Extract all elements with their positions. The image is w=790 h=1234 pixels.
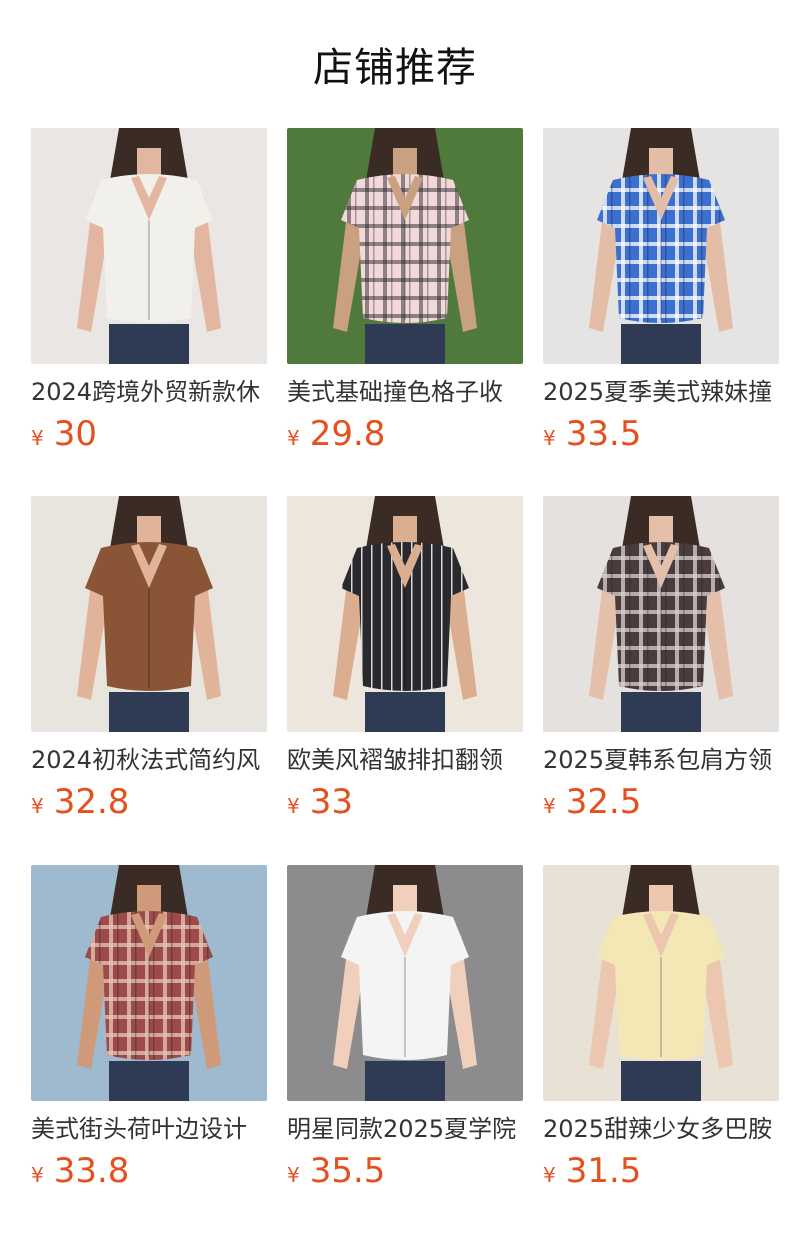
product-price: ¥32.5: [543, 782, 779, 822]
currency-symbol: ¥: [31, 794, 44, 818]
product-card[interactable]: 2024跨境外贸新款休 ¥30: [31, 128, 267, 454]
product-title[interactable]: 明星同款2025夏学院: [287, 1113, 523, 1145]
currency-symbol: ¥: [543, 794, 556, 818]
currency-symbol: ¥: [287, 1163, 300, 1187]
price-value: 31.5: [565, 1151, 642, 1191]
product-card[interactable]: 明星同款2025夏学院 ¥35.5: [287, 865, 523, 1191]
price-value: 33.8: [53, 1151, 130, 1191]
product-photo-white-collar-shirt[interactable]: [287, 865, 523, 1101]
currency-symbol: ¥: [543, 426, 556, 450]
product-photo-brown-plaid-top[interactable]: [543, 496, 779, 732]
product-photo-red-plaid-top[interactable]: [31, 865, 267, 1101]
price-value: 33.5: [565, 414, 642, 454]
product-card[interactable]: 2025甜辣少女多巴胺 ¥31.5: [543, 865, 779, 1191]
product-photo-brown-shirt[interactable]: [31, 496, 267, 732]
currency-symbol: ¥: [287, 426, 300, 450]
product-title[interactable]: 美式街头荷叶边设计: [31, 1113, 267, 1145]
product-card[interactable]: 美式街头荷叶边设计 ¥33.8: [31, 865, 267, 1191]
product-card[interactable]: 美式基础撞色格子收 ¥29.8: [287, 128, 523, 454]
product-card[interactable]: 2024初秋法式简约风 ¥32.8: [31, 496, 267, 822]
product-price: ¥33: [287, 782, 523, 822]
product-card[interactable]: 欧美风褶皱排扣翻领 ¥33: [287, 496, 523, 822]
price-value: 32.8: [53, 782, 130, 822]
currency-symbol: ¥: [287, 794, 300, 818]
product-photo-black-stripe-shirt[interactable]: [287, 496, 523, 732]
product-title[interactable]: 2025夏韩系包肩方领: [543, 744, 779, 776]
price-value: 35.5: [309, 1151, 386, 1191]
product-photo-white-shirt[interactable]: [31, 128, 267, 364]
product-photo-blue-plaid-shirt[interactable]: [543, 128, 779, 364]
currency-symbol: ¥: [31, 1163, 44, 1187]
product-title[interactable]: 2024初秋法式简约风: [31, 744, 267, 776]
product-price: ¥32.8: [31, 782, 267, 822]
product-title[interactable]: 欧美风褶皱排扣翻领: [287, 744, 523, 776]
product-photo-yellow-shirt[interactable]: [543, 865, 779, 1101]
product-price: ¥31.5: [543, 1151, 779, 1191]
section-header: 店铺推荐: [0, 0, 790, 128]
product-title[interactable]: 2024跨境外贸新款休: [31, 376, 267, 408]
product-price: ¥30: [31, 414, 267, 454]
product-photo-pink-check-shirt[interactable]: [287, 128, 523, 364]
product-card[interactable]: 2025夏季美式辣妹撞 ¥33.5: [543, 128, 779, 454]
section-title: 店铺推荐: [313, 45, 477, 91]
currency-symbol: ¥: [31, 426, 44, 450]
currency-symbol: ¥: [543, 1163, 556, 1187]
product-price: ¥29.8: [287, 414, 523, 454]
product-title[interactable]: 2025夏季美式辣妹撞: [543, 376, 779, 408]
product-price: ¥35.5: [287, 1151, 523, 1191]
product-card[interactable]: 2025夏韩系包肩方领 ¥32.5: [543, 496, 779, 822]
product-title[interactable]: 2025甜辣少女多巴胺: [543, 1113, 779, 1145]
price-value: 29.8: [309, 414, 386, 454]
product-price: ¥33.5: [543, 414, 779, 454]
price-value: 32.5: [565, 782, 642, 822]
product-price: ¥33.8: [31, 1151, 267, 1191]
product-title[interactable]: 美式基础撞色格子收: [287, 376, 523, 408]
price-value: 30: [53, 414, 97, 454]
price-value: 33: [309, 782, 353, 822]
